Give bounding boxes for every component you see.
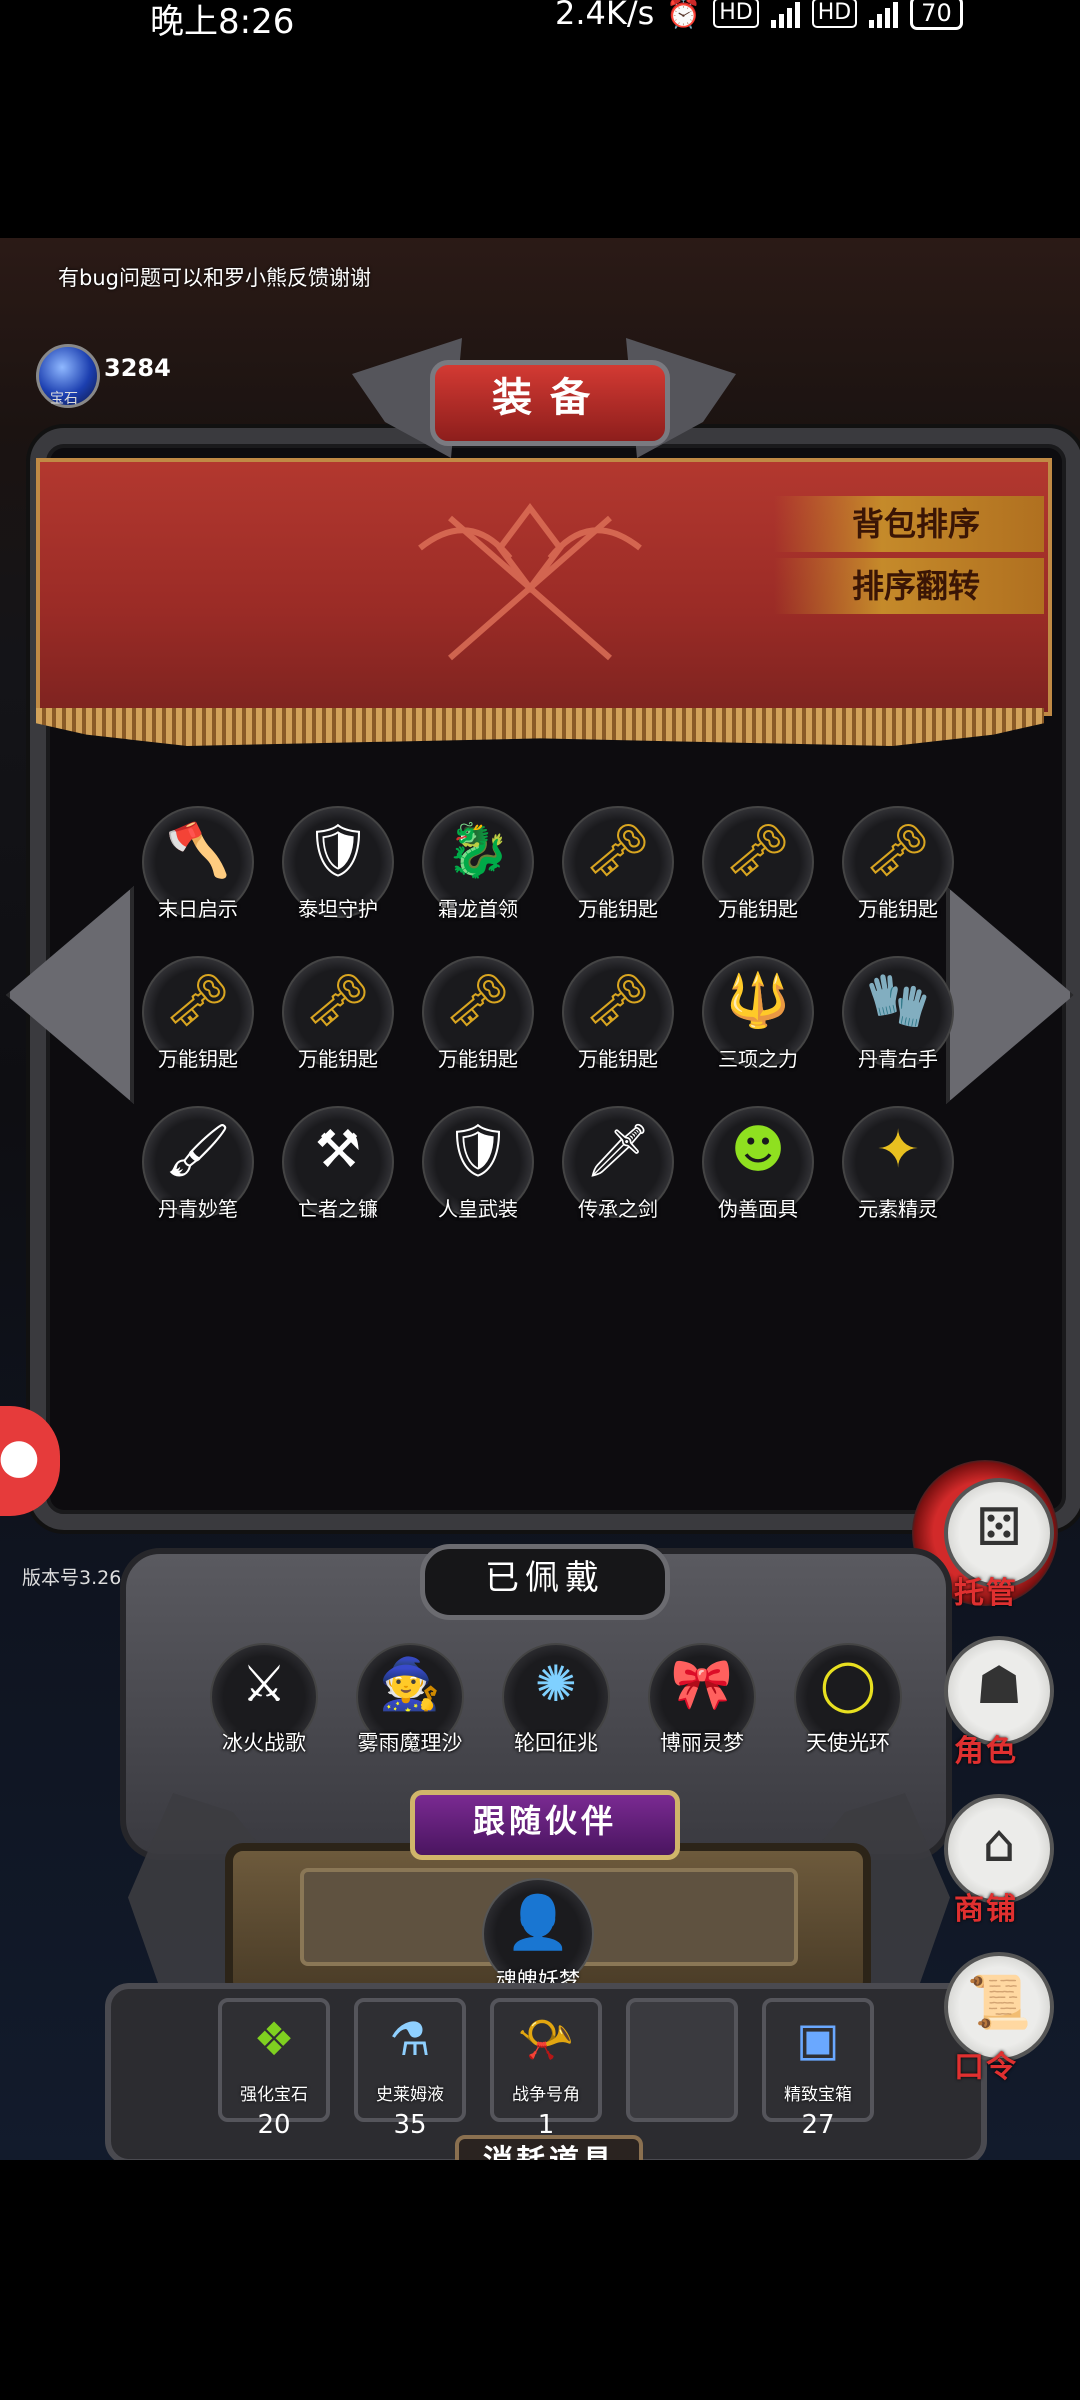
inventory-slot[interactable]: 🖌 丹青妙笔	[142, 1106, 254, 1221]
ice-fire-sword-icon: ⚔	[241, 1655, 287, 1713]
gem-green-icon: ❖	[253, 2012, 295, 2066]
inventory-slot[interactable]: 🗝 万能钥匙	[142, 956, 254, 1071]
shop-icon: ⌂	[982, 1814, 1016, 1874]
hooded-figure-icon: ☗	[975, 1656, 1023, 1716]
network-speed: 2.4K/s	[555, 0, 655, 32]
inventory-slot[interactable]: 🗡 传承之剑	[562, 1106, 674, 1221]
equipped-slot[interactable]: ✺ 轮回征兆	[502, 1643, 610, 1755]
alarm-icon: ⏰	[666, 0, 702, 30]
dice-icon: ⚄	[976, 1498, 1022, 1558]
sort-backpack-button[interactable]: 背包排序	[774, 496, 1044, 552]
sort-reverse-button[interactable]: 排序翻转	[774, 558, 1044, 614]
key-icon: 🗝	[864, 821, 931, 881]
consumable-slot-empty[interactable]	[626, 1998, 738, 2122]
marisa-icon: 🧙	[378, 1655, 442, 1713]
equipped-slot[interactable]: ⚔ 冰火战歌	[210, 1643, 318, 1755]
equipped-slot[interactable]: ◯ 天使光环	[794, 1643, 902, 1755]
version-label: 版本号3.26	[22, 1567, 122, 1589]
scythe-icon: ⚒	[314, 1120, 362, 1180]
crossed-swords-crest-icon	[418, 503, 642, 661]
equipped-title: 已佩戴	[420, 1544, 670, 1620]
youmu-icon: 👤	[505, 1893, 571, 1953]
hd-icon: HD	[713, 0, 759, 28]
trinity-icon: 🔱	[725, 971, 791, 1031]
inventory-slot[interactable]: 🔱 三项之力	[702, 956, 814, 1071]
halberd-icon: 🪓	[165, 821, 231, 881]
auto-play-label: 托管	[954, 1576, 1018, 1611]
reincarnation-icon: ✺	[535, 1655, 577, 1713]
reimu-icon: 🎀	[670, 1655, 734, 1713]
inventory-slot[interactable]: 🗝 万能钥匙	[702, 806, 814, 921]
titan-armor-icon: 🛡	[304, 821, 371, 881]
key-icon: 🗝	[724, 821, 791, 881]
chest-icon: ▣	[796, 2012, 840, 2066]
consumable-slot[interactable]: ⚗ 史莱姆液 35	[354, 1998, 466, 2140]
inventory-slot[interactable]: 🗝 万能钥匙	[422, 956, 534, 1071]
consumable-slot[interactable]: 📯 战争号角 1	[490, 1998, 602, 2140]
inventory-slot[interactable]: 🛡 人皇武装	[422, 1106, 534, 1221]
key-icon: 🗝	[444, 971, 511, 1031]
consumable-slot[interactable]: ▣ 精致宝箱 27	[762, 1998, 874, 2140]
potion-icon: ⚗	[389, 2012, 431, 2066]
inventory-slot[interactable]: 🗝 万能钥匙	[562, 806, 674, 921]
inventory-slot[interactable]: 🪓 末日启示	[142, 806, 254, 921]
companion-title: 跟随伙伴	[410, 1790, 680, 1860]
gem-label: 宝石	[50, 391, 78, 407]
inventory-slot[interactable]: 🛡 泰坦守护	[282, 806, 394, 921]
hd-icon-2: HD	[811, 0, 858, 28]
status-bar: 晚上8:26 2.4K/s ⏰ HD HD 70	[0, 0, 1080, 42]
inventory-slot[interactable]: 🗝 万能钥匙	[842, 806, 954, 921]
key-icon: 🗝	[164, 971, 231, 1031]
password-label: 口令	[954, 2050, 1018, 2085]
frost-dragon-icon: 🐉	[445, 821, 511, 881]
equipped-slot[interactable]: 🎀 博丽灵梦	[648, 1643, 756, 1755]
glove-icon: 🧤	[865, 971, 931, 1031]
user-icon: ●	[0, 1428, 40, 1484]
status-icons: 2.4K/s ⏰ HD HD 70	[555, 0, 963, 32]
sword-icon: 🗡	[584, 1121, 651, 1181]
consumables-title: 消耗道具	[455, 2135, 643, 2160]
key-icon: 🗝	[304, 971, 371, 1031]
signal-4g-icon	[869, 0, 899, 28]
feedback-notice: 有bug问题可以和罗小熊反馈谢谢	[58, 266, 371, 290]
inventory-slot[interactable]: 🗝 万能钥匙	[282, 956, 394, 1071]
horn-icon: 📯	[517, 2012, 575, 2066]
inventory-grid: 🪓 末日启示 🛡 泰坦守护 🐉 霜龙首领 🗝 万能钥匙 🗝 万能钥匙 🗝 万能钥匙 🗝 万能钥…	[142, 806, 962, 1221]
key-icon: 🗝	[584, 821, 651, 881]
character-label: 角色	[954, 1734, 1018, 1769]
emperor-armor-icon: 🛡	[444, 1121, 511, 1181]
companion-slot[interactable]: 👤 魂魄妖梦	[482, 1878, 594, 1992]
shop-label: 商铺	[954, 1892, 1018, 1927]
halo-icon: ◯	[820, 1655, 876, 1713]
inventory-slot[interactable]: ⚒ 亡者之镰	[282, 1106, 394, 1221]
equipped-row: ⚔ 冰火战歌 🧙 雾雨魔理沙 ✺ 轮回征兆 🎀 博丽灵梦 ◯ 天使光环	[210, 1643, 902, 1755]
inventory-slot[interactable]: ✦ 元素精灵	[842, 1106, 954, 1221]
mask-icon: ☻	[730, 1120, 786, 1180]
equipped-slot[interactable]: 🧙 雾雨魔理沙	[356, 1643, 464, 1755]
signal-5g-icon	[770, 0, 800, 28]
consumable-slot[interactable]: ❖ 强化宝石 20	[218, 1998, 330, 2140]
elemental-icon: ✦	[876, 1120, 920, 1180]
battery-icon: 70	[910, 0, 963, 30]
key-icon: 🗝	[584, 971, 651, 1031]
scroll-icon: 📜	[966, 1973, 1032, 2033]
clock: 晚上8:26	[150, 2, 295, 42]
gem-count: 3284	[104, 354, 171, 382]
consumables-row: ❖ 强化宝石 20 ⚗ 史莱姆液 35 📯 战争号角 1 ▣ 精致宝箱 27	[218, 1998, 874, 2140]
inventory-slot[interactable]: 🐉 霜龙首领	[422, 806, 534, 921]
inventory-slot[interactable]: 🧤 丹青右手	[842, 956, 954, 1071]
page-title: 装备	[430, 360, 670, 446]
inventory-slot[interactable]: 🗝 万能钥匙	[562, 956, 674, 1071]
inventory-slot[interactable]: ☻ 伪善面具	[702, 1106, 814, 1221]
brush-icon: 🖌	[164, 1121, 231, 1181]
game-screen: 有bug问题可以和罗小熊反馈谢谢 宝石 3284 背包排序 排序翻转 装备 🪓 末…	[0, 238, 1080, 2160]
